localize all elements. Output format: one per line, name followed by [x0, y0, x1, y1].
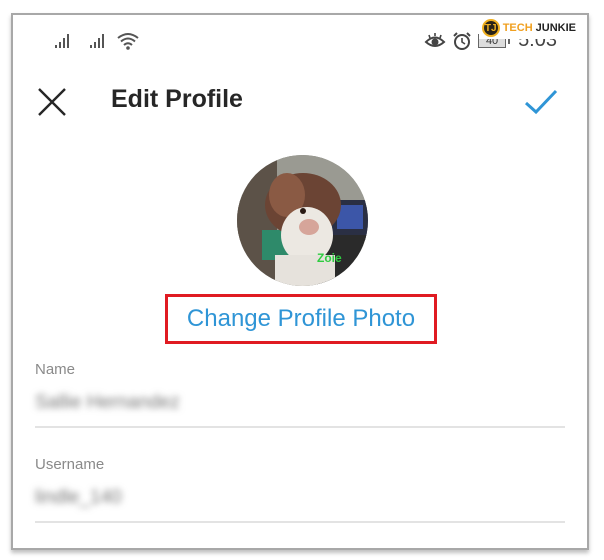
profile-photo[interactable]: Zoie	[237, 155, 368, 286]
app-header: Edit Profile	[13, 79, 587, 123]
signal-icon	[55, 34, 69, 48]
techjunkie-watermark: TJ TECH JUNKIE	[478, 17, 579, 39]
name-underline	[35, 426, 565, 428]
username-label: Username	[35, 456, 105, 473]
photo-caption: Zoie	[317, 251, 342, 265]
close-icon[interactable]	[35, 85, 69, 119]
signal-icon	[90, 34, 104, 48]
name-field[interactable]: Name Sallie Hernandez	[35, 361, 565, 428]
username-input[interactable]: lindle_140	[35, 487, 565, 509]
page-title: Edit Profile	[111, 85, 243, 113]
username-field[interactable]: Username lindle_140	[35, 456, 565, 523]
highlight-box: Change Profile Photo	[165, 294, 437, 344]
alarm-icon	[453, 31, 471, 50]
name-label: Name	[35, 361, 76, 378]
wifi-icon	[117, 33, 139, 50]
username-underline	[35, 521, 565, 523]
dog-photo-image	[237, 155, 368, 286]
name-input[interactable]: Sallie Hernandez	[35, 392, 565, 414]
techjunkie-logo-icon: TJ	[481, 19, 500, 37]
watermark-text-tech: TECH	[502, 22, 533, 34]
checkmark-icon[interactable]	[523, 85, 559, 119]
screenshot-frame: TJ TECH JUNKIE 40 5:03 Edit Profile Zoie…	[11, 13, 589, 550]
eye-comfort-icon	[424, 32, 446, 47]
watermark-text-junkie: JUNKIE	[535, 22, 576, 34]
change-profile-photo-link[interactable]: Change Profile Photo	[168, 305, 434, 333]
